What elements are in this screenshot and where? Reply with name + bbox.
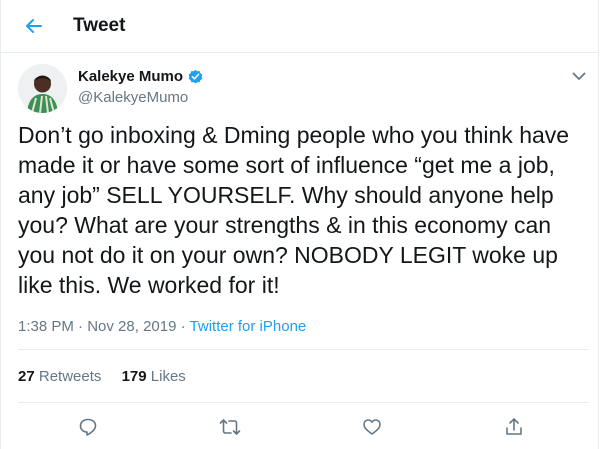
retweets-count: 27: [18, 368, 35, 385]
like-icon: [363, 419, 381, 435]
divider: [18, 402, 588, 403]
divider: [18, 349, 588, 350]
tweet-source-link[interactable]: Twitter for iPhone: [190, 318, 307, 335]
retweet-button[interactable]: [216, 413, 244, 441]
author-handle[interactable]: @KalekyeMumo: [78, 89, 188, 106]
share-icon: [506, 418, 522, 435]
tweet-stats: 27 Retweets 179 Likes: [18, 368, 186, 385]
back-button[interactable]: [20, 12, 48, 40]
retweets-stat[interactable]: 27 Retweets: [18, 368, 101, 385]
likes-label: Likes: [150, 368, 186, 385]
reply-icon: [79, 418, 97, 436]
retweet-icon: [219, 419, 241, 435]
page-title: Tweet: [73, 15, 126, 36]
arrow-left-icon: [26, 19, 42, 33]
verified-badge-icon: [188, 69, 203, 84]
author-name-row: Kalekye Mumo: [78, 68, 204, 85]
likes-stat[interactable]: 179 Likes: [122, 368, 186, 385]
tweet-date[interactable]: Nov 28, 2019: [87, 318, 176, 335]
author-name[interactable]: Kalekye Mumo: [78, 68, 183, 85]
meta-separator: ·: [78, 318, 84, 335]
avatar-image: [18, 64, 67, 113]
reply-button[interactable]: [74, 413, 102, 441]
tweet-meta: 1:38 PM · Nov 28, 2019 · Twitter for iPh…: [18, 318, 306, 335]
chevron-down-icon: [572, 72, 586, 80]
meta-separator: ·: [180, 318, 186, 335]
tweet-time[interactable]: 1:38 PM: [18, 318, 74, 335]
likes-count: 179: [121, 368, 147, 385]
tweet-text: Don’t go inboxing & Dming people who you…: [18, 122, 570, 298]
page-header: Tweet: [1, 0, 598, 53]
like-button[interactable]: [358, 413, 386, 441]
tweet-menu-button[interactable]: [569, 66, 589, 86]
retweets-label: Retweets: [38, 368, 102, 385]
share-button[interactable]: [500, 413, 528, 441]
avatar[interactable]: [18, 64, 67, 113]
tweet-detail-page: Tweet Kalekye Mumo @KalekyeMumo Don’t go…: [0, 0, 599, 449]
